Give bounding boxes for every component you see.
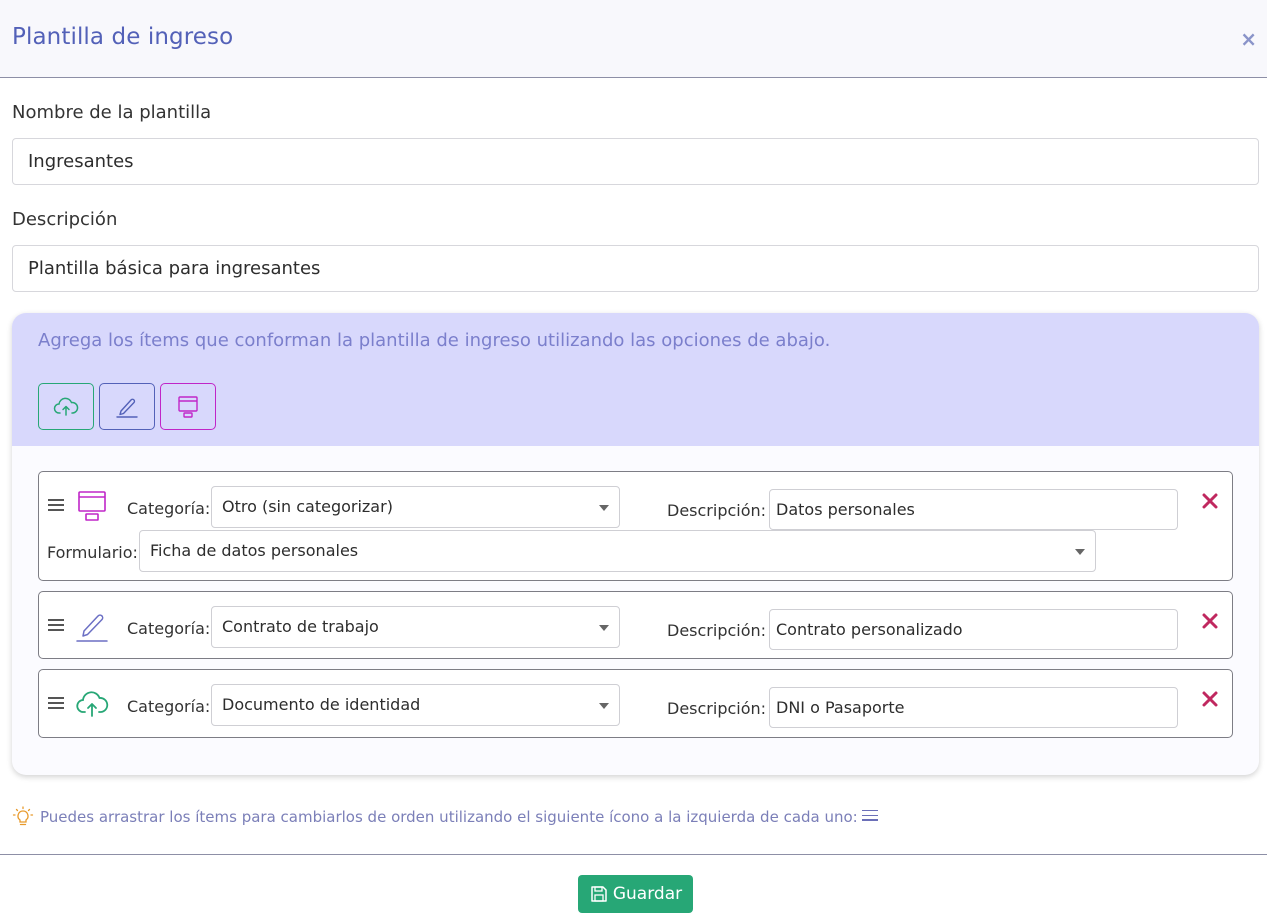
close-icon[interactable]: ×	[1240, 28, 1257, 50]
category-label: Categoría:	[127, 619, 211, 638]
add-upload-item-button[interactable]	[38, 383, 94, 430]
cloud-upload-icon	[76, 691, 109, 717]
remove-item-icon[interactable]	[1200, 491, 1220, 511]
template-name-label: Nombre de la plantilla	[12, 102, 212, 123]
item-type-icon	[75, 687, 109, 721]
floppy-disk-icon	[591, 886, 607, 902]
chevron-down-icon	[599, 505, 609, 511]
chevron-down-icon	[599, 625, 609, 631]
template-description-input[interactable]	[12, 245, 1259, 292]
form-select-value: Ficha de datos personales	[150, 541, 359, 560]
form-window-icon	[178, 395, 198, 418]
category-select-value: Otro (sin categorizar)	[222, 497, 393, 516]
add-signature-item-button[interactable]	[99, 383, 155, 430]
lightbulb-icon	[12, 806, 34, 826]
category-label: Categoría:	[127, 697, 211, 716]
category-select[interactable]: Otro (sin categorizar)	[211, 486, 620, 528]
chevron-down-icon	[1075, 549, 1085, 555]
description-label: Descripción:	[667, 621, 767, 640]
chevron-down-icon	[599, 703, 609, 709]
item-description-input[interactable]	[769, 609, 1178, 650]
template-description-label: Descripción	[12, 209, 118, 230]
description-label: Descripción:	[667, 699, 767, 718]
drag-handle-icon[interactable]	[48, 697, 64, 709]
signature-pen-icon	[116, 398, 138, 418]
category-select[interactable]: Documento de identidad	[211, 684, 620, 726]
dialog-header: Plantilla de ingreso ×	[0, 0, 1267, 78]
template-name-input[interactable]	[12, 138, 1259, 185]
footer-divider	[0, 854, 1267, 855]
panel-toolbar-area: Agrega los ítems que conforman la planti…	[12, 313, 1259, 446]
form-window-icon	[78, 491, 106, 521]
category-select-value: Contrato de trabajo	[222, 617, 379, 636]
item-description-input[interactable]	[769, 687, 1178, 728]
template-item: Categoría: Contrato de trabajo Descripci…	[38, 591, 1233, 659]
drag-handle-icon[interactable]	[48, 499, 64, 511]
drag-handle-icon[interactable]	[48, 619, 64, 631]
item-description-input[interactable]	[769, 489, 1178, 530]
save-button-label: Guardar	[612, 884, 683, 904]
panel-intro-text: Agrega los ítems que conforman la planti…	[38, 330, 831, 351]
remove-item-icon[interactable]	[1200, 689, 1220, 709]
dialog-title: Plantilla de ingreso	[12, 24, 234, 50]
form-label: Formulario:	[47, 543, 138, 562]
template-item: Categoría: Otro (sin categorizar) Descri…	[38, 471, 1233, 581]
save-button[interactable]: Guardar	[578, 875, 693, 913]
items-panel: Agrega los ítems que conforman la planti…	[12, 313, 1259, 775]
drag-handle-icon	[861, 809, 878, 825]
category-select[interactable]: Contrato de trabajo	[211, 606, 620, 648]
category-select-value: Documento de identidad	[222, 695, 421, 714]
item-type-icon	[75, 609, 109, 643]
item-type-icon	[75, 489, 109, 523]
template-item: Categoría: Documento de identidad Descri…	[38, 669, 1233, 738]
description-label: Descripción:	[667, 501, 767, 520]
signature-pen-icon	[76, 614, 108, 642]
cloud-upload-icon	[53, 397, 79, 416]
drag-hint-text: Puedes arrastrar los ítems para cambiarl…	[40, 808, 858, 826]
add-form-item-button[interactable]	[160, 383, 216, 430]
drag-hint: Puedes arrastrar los ítems para cambiarl…	[12, 806, 878, 828]
form-select[interactable]: Ficha de datos personales	[139, 530, 1096, 572]
remove-item-icon[interactable]	[1200, 611, 1220, 631]
category-label: Categoría:	[127, 499, 211, 518]
